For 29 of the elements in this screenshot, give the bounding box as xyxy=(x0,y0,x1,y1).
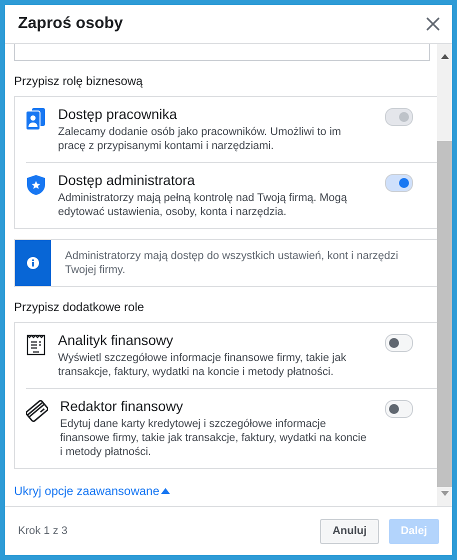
scroll-down-icon[interactable] xyxy=(440,491,448,496)
info-text: Administratorzy mają dostęp do wszystkich ustawień, kont i narzędzi Twojej firmy. xyxy=(64,249,400,278)
cancel-button[interactable]: Anuluj xyxy=(320,518,379,544)
step-indicator: Krok 1 z 3 xyxy=(18,525,68,537)
role-title: Dostęp administratora xyxy=(58,172,196,188)
role-title: Redaktor finansowy xyxy=(60,398,184,414)
section-heading: Przypisz dodatkowe role xyxy=(14,299,146,316)
dialog-title: Zaproś osoby xyxy=(18,15,123,33)
toggle-switch[interactable] xyxy=(385,334,413,352)
scroll-up-icon[interactable] xyxy=(440,54,448,59)
caret-icon xyxy=(161,488,170,494)
hide-advanced-link[interactable]: Ukryj opcje zaawansowane xyxy=(14,484,170,498)
input-field[interactable] xyxy=(14,44,430,61)
role-description: Wyświetl szczegółowe informacje finansowe firmy, takie jak transakcje, faktury, wydatki na koncie i metody płatności. xyxy=(58,351,348,379)
role-title: Dostęp pracownika xyxy=(58,106,178,122)
role-description: Edytuj dane karty kredytowej i szczegółowe informacje finansowe firmy, takie jak transakcje, faktury, wydatki na koncie i metody płatności. xyxy=(60,417,368,459)
credit-card-icon xyxy=(26,400,48,422)
shield-icon xyxy=(26,174,46,196)
receipt-icon xyxy=(26,334,46,356)
id-badge-icon xyxy=(26,108,46,130)
toggle-switch[interactable] xyxy=(385,174,413,192)
scrollbar[interactable] xyxy=(437,44,452,506)
info-icon xyxy=(27,257,39,269)
role-description: Administratorzy mają pełną kontrolę nad Twoją firmą. Mogą edytować ustawienia, osoby, konta i narzędzia. xyxy=(58,191,348,219)
toggle-switch[interactable] xyxy=(385,400,413,418)
role-description: Zalecamy dodanie osób jako pracowników. Umożliwi to im pracę z przypisanymi kontami i narzędziami. xyxy=(58,125,342,153)
close-icon[interactable] xyxy=(426,17,440,31)
section-heading: Przypisz rolę biznesową xyxy=(14,73,144,90)
role-title: Analityk finansowy xyxy=(58,332,174,348)
